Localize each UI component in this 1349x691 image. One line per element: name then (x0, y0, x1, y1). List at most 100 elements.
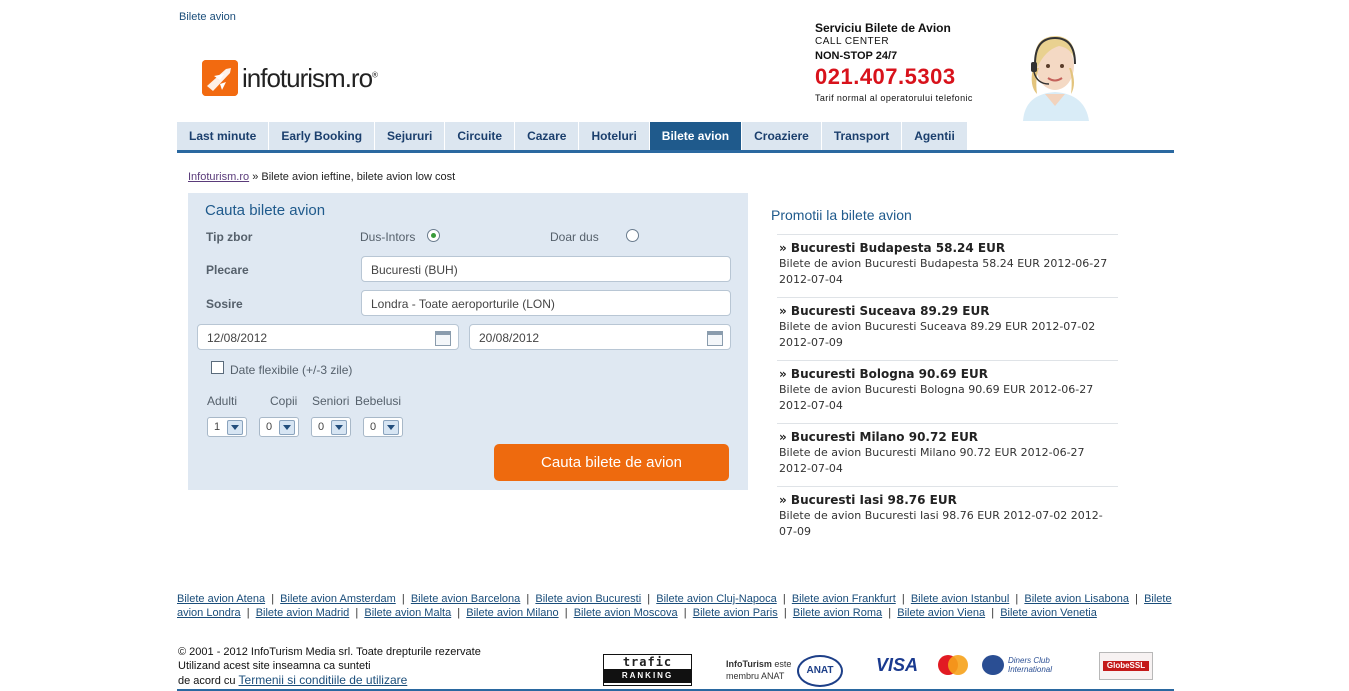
footer-city-link[interactable]: Bilete avion Milano (466, 607, 558, 619)
promo-head[interactable]: » Bucuresti Budapesta 58.24 EUR (779, 241, 1118, 255)
nav-divider (177, 150, 1174, 153)
children-select[interactable]: 0 (259, 417, 299, 437)
link-separator: | (677, 607, 693, 619)
round-trip-label: Dus-Intors (360, 230, 416, 244)
anat-text2: membru ANAT (726, 671, 785, 681)
nav-item-sejururi[interactable]: Sejururi (375, 122, 446, 151)
footer-city-link[interactable]: Bilete avion Frankfurt (792, 593, 896, 605)
trafic-bottom: RANKING (604, 669, 691, 683)
callcenter-line2: NON-STOP 24/7 (815, 50, 898, 62)
footer-city-link[interactable]: Bilete avion Venetia (1000, 607, 1097, 619)
anat-text1: este (774, 659, 792, 669)
nav-item-circuite[interactable]: Circuite (445, 122, 516, 151)
search-panel-title: Cauta bilete avion (205, 202, 326, 219)
footer-city-link[interactable]: Bilete avion Roma (793, 607, 882, 619)
link-separator: | (558, 607, 574, 619)
nav-item-bilete-avion[interactable]: Bilete avion (649, 122, 743, 151)
calendar-icon[interactable] (435, 331, 451, 346)
flexible-dates-label: Date flexibile (+/-3 zile) (230, 363, 353, 377)
promo-item[interactable]: » Bucuresti Budapesta 58.24 EUR Bilete de… (777, 234, 1118, 297)
site-logo[interactable]: infoturism.ro® (202, 58, 378, 98)
link-separator: | (777, 607, 793, 619)
top-bilete-avion-link[interactable]: Bilete avion (179, 11, 236, 23)
flexible-dates-checkbox[interactable] (211, 361, 224, 374)
footer-city-link[interactable]: Bilete avion Paris (693, 607, 778, 619)
chevron-down-icon (383, 419, 399, 435)
anat-badge[interactable]: InfoTurism este membru ANAT (726, 658, 791, 682)
link-separator: | (776, 593, 792, 605)
link-separator: | (882, 607, 898, 619)
nav-item-early-booking[interactable]: Early Booking (269, 122, 376, 151)
one-way-label: Doar dus (550, 230, 599, 244)
breadcrumb-home-link[interactable]: Infoturism.ro (188, 171, 249, 183)
nav-item-agentii[interactable]: Agentii (902, 122, 968, 151)
promo-item[interactable]: » Bucuresti Milano 90.72 EUR Bilete de av… (777, 423, 1118, 486)
search-flights-button[interactable]: Cauta bilete de avion (494, 444, 729, 481)
footer-city-link[interactable]: Bilete avion Madrid (256, 607, 350, 619)
promo-head[interactable]: » Bucuresti Iasi 98.76 EUR (779, 493, 1118, 507)
return-date-value: 20/08/2012 (479, 331, 540, 345)
link-separator: | (1128, 593, 1145, 605)
footer-city-link[interactable]: Bilete avion Viena (897, 607, 985, 619)
trafic-top: trafic (622, 655, 673, 669)
diners-logo (982, 655, 1004, 675)
footer-city-link[interactable]: Bilete avion Atena (177, 593, 265, 605)
promo-item[interactable]: » Bucuresti Iasi 98.76 EUR Bilete de avio… (777, 486, 1118, 549)
nav-item-croaziere[interactable]: Croaziere (742, 122, 822, 151)
seniors-select[interactable]: 0 (311, 417, 351, 437)
globessl-badge[interactable]: GlobeSSL (1099, 652, 1153, 680)
promo-desc: Bilete de avion Bucuresti Iasi 98.76 EUR… (779, 509, 1103, 538)
diners-text: Diners Club International (1008, 656, 1053, 674)
to-label: Sosire (206, 297, 243, 311)
footer-city-link[interactable]: Bilete avion Moscova (574, 607, 678, 619)
promo-head[interactable]: » Bucuresti Suceava 89.29 EUR (779, 304, 1118, 318)
seniors-label: Seniori (312, 394, 350, 408)
anat-brand: InfoTurism (726, 659, 772, 669)
return-date-input[interactable]: 20/08/2012 (469, 324, 731, 350)
footer-city-link[interactable]: Bilete avion Istanbul (911, 593, 1009, 605)
infants-select[interactable]: 0 (363, 417, 403, 437)
link-separator: | (1009, 593, 1025, 605)
link-separator: | (895, 593, 911, 605)
callcenter-agent-image (1015, 28, 1095, 121)
from-input[interactable]: Bucuresti (BUH) (361, 256, 731, 282)
nav-item-transport[interactable]: Transport (821, 122, 903, 151)
promo-item[interactable]: » Bucuresti Bologna 90.69 EUR Bilete de a… (777, 360, 1118, 423)
depart-date-input[interactable]: 12/08/2012 (197, 324, 459, 350)
promo-desc: Bilete de avion Bucuresti Budapesta 58.2… (779, 257, 1108, 286)
link-separator: | (985, 607, 1001, 619)
calendar-icon[interactable] (707, 331, 723, 346)
trip-type-label: Tip zbor (206, 230, 253, 244)
link-separator: | (240, 607, 256, 619)
callcenter-phone: 021.407.5303 (815, 64, 956, 89)
promo-desc: Bilete de avion Bucuresti Bologna 90.69 … (779, 383, 1094, 412)
footer-city-link[interactable]: Bilete avion Bucuresti (535, 593, 641, 605)
adults-select[interactable]: 1 (207, 417, 247, 437)
promo-desc: Bilete de avion Bucuresti Milano 90.72 E… (779, 446, 1085, 475)
main-nav: Last minute Early Booking Sejururi Circuite… (177, 122, 968, 151)
promo-head[interactable]: » Bucuresti Bologna 90.69 EUR (779, 367, 1118, 381)
footer-city-link[interactable]: Bilete avion Amsterdam (280, 593, 396, 605)
callcenter-box: Serviciu Bilete de Avion CALL CENTER NON… (815, 21, 973, 105)
to-input[interactable]: Londra - Toate aeroporturile (LON) (361, 290, 731, 316)
promo-item[interactable]: » Bucuresti Suceava 89.29 EUR Bilete de a… (777, 297, 1118, 360)
link-separator: | (520, 593, 536, 605)
nav-item-hoteluri[interactable]: Hoteluri (579, 122, 650, 151)
breadcrumb-current: » Bilete avion ieftine, bilete avion low… (252, 171, 456, 183)
footer-city-link[interactable]: Bilete avion Lisabona (1024, 593, 1129, 605)
terms-link[interactable]: Termenii si conditiile de utilizare (239, 673, 408, 687)
footer-city-link[interactable]: Bilete avion Malta (364, 607, 451, 619)
promo-head[interactable]: » Bucuresti Milano 90.72 EUR (779, 430, 1118, 444)
nav-item-last-minute[interactable]: Last minute (177, 122, 270, 151)
link-separator: | (265, 593, 281, 605)
round-trip-radio[interactable] (427, 229, 440, 242)
nav-item-cazare[interactable]: Cazare (515, 122, 580, 151)
footer-city-link[interactable]: Bilete avion Barcelona (411, 593, 520, 605)
copyright-text: © 2001 - 2012 InfoTurism Media srl. Toat… (178, 646, 481, 658)
footer-city-link[interactable]: Bilete avion Cluj-Napoca (656, 593, 776, 605)
trafic-ranking-badge[interactable]: trafic RANKING (603, 654, 692, 686)
usage-text: Utilizand acest site inseamna ca sunteti (178, 660, 371, 672)
promo-desc: Bilete de avion Bucuresti Suceava 89.29 … (779, 320, 1096, 349)
chevron-down-icon (331, 419, 347, 435)
anat-logo: ANAT (797, 655, 843, 687)
